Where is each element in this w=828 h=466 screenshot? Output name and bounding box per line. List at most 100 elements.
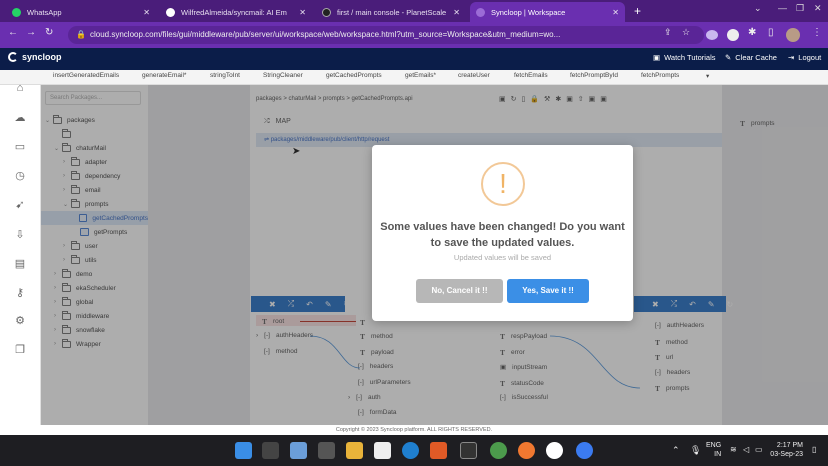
syncloop-favicon-icon bbox=[476, 7, 485, 17]
gallery-icon[interactable] bbox=[290, 442, 307, 459]
editor-tab[interactable]: getEmails* bbox=[405, 72, 436, 79]
microphone-icon[interactable]: 🎙 bbox=[690, 445, 701, 456]
maximize-icon[interactable]: ❐ bbox=[796, 3, 804, 14]
url-text: cloud.syncloop.com/files/gui/middleware/… bbox=[90, 30, 561, 39]
logout-link[interactable]: ⇥ Logout bbox=[788, 53, 821, 62]
brave-icon[interactable] bbox=[430, 442, 447, 459]
dialog-title: Some values have been changed! Do you wa… bbox=[380, 221, 625, 249]
logo-text: syncloop bbox=[22, 52, 62, 62]
file-explorer-icon[interactable] bbox=[346, 442, 363, 459]
rocket-icon[interactable]: ➹ bbox=[13, 198, 27, 212]
date-text: 03-Sep-23 bbox=[770, 451, 803, 458]
tab-title: WilfredAlmeida/syncmail: AI Em bbox=[181, 7, 287, 17]
extension-g-icon[interactable] bbox=[727, 29, 739, 41]
minimize-icon[interactable]: — bbox=[778, 3, 787, 13]
battery-icon[interactable]: ▭ bbox=[755, 445, 763, 454]
syncloop-logo-icon bbox=[8, 52, 18, 62]
share-icon[interactable]: ⇪ bbox=[664, 27, 672, 38]
cancel-button[interactable]: No, Cancel it !! bbox=[416, 279, 503, 303]
import-icon[interactable]: ⇩ bbox=[13, 228, 27, 242]
github-icon bbox=[166, 7, 175, 17]
profile-avatar[interactable] bbox=[786, 28, 800, 42]
close-icon[interactable]: ✕ bbox=[606, 8, 619, 17]
document-icon[interactable]: ▤ bbox=[13, 257, 27, 271]
save-button[interactable]: Yes, Save it !! bbox=[507, 279, 589, 303]
search-icon[interactable] bbox=[262, 442, 279, 459]
copy-icon[interactable]: ❐ bbox=[13, 343, 27, 357]
tab-title: Syncloop | Workspace bbox=[491, 7, 566, 17]
extension-icon[interactable] bbox=[706, 30, 718, 40]
editor-tab[interactable]: fetchPrompts bbox=[641, 72, 679, 79]
tabs-overflow-icon[interactable]: ▾ bbox=[706, 72, 709, 80]
settings-icon[interactable]: ⚙ bbox=[13, 314, 27, 328]
time-text: 2:17 PM bbox=[776, 442, 803, 449]
clear-cache-label: Clear Cache bbox=[735, 53, 777, 62]
lang-text: ENG bbox=[706, 442, 722, 449]
notification-icon[interactable]: ▯ bbox=[812, 445, 816, 454]
editor-tab[interactable]: fetchPromptById bbox=[570, 72, 618, 79]
sidebar-icon[interactable]: ▯ bbox=[768, 27, 774, 38]
close-icon[interactable]: ✕ bbox=[137, 8, 150, 17]
browser-tab-planetscale[interactable]: first / main console - PlanetScale ✕ bbox=[316, 2, 466, 22]
page-footer: Copyright © 2023 Syncloop platform. ALL … bbox=[0, 425, 828, 435]
volume-icon[interactable]: ◁ bbox=[743, 445, 749, 454]
clear-cache-link[interactable]: ✎ Clear Cache bbox=[725, 53, 777, 62]
watch-tutorials-label: Watch Tutorials bbox=[664, 53, 716, 62]
close-icon[interactable]: ✕ bbox=[447, 8, 460, 17]
whatsapp-icon bbox=[12, 7, 21, 17]
editor-tab[interactable]: stringToInt bbox=[210, 72, 240, 79]
word-icon[interactable] bbox=[546, 442, 563, 459]
star-icon[interactable]: ☆ bbox=[682, 27, 690, 38]
more-icon[interactable]: ⋮ bbox=[812, 27, 822, 38]
tab-title: WhatsApp bbox=[27, 7, 62, 17]
wifi-icon[interactable]: ≋ bbox=[730, 445, 737, 454]
new-tab-button[interactable]: + bbox=[634, 4, 641, 18]
syncloop-logo: syncloop bbox=[8, 52, 62, 62]
reload-icon[interactable]: ↻ bbox=[45, 27, 53, 38]
browser-tab-github[interactable]: WilfredAlmeida/syncmail: AI Em ✕ bbox=[160, 2, 312, 22]
region-text: IN bbox=[714, 451, 722, 458]
logout-icon: ⇥ bbox=[788, 53, 795, 62]
close-icon[interactable]: ✕ bbox=[293, 8, 306, 17]
tray-chevron-icon[interactable]: ⌃ bbox=[672, 445, 680, 456]
editor-tab[interactable]: StringCleaner bbox=[263, 72, 303, 79]
video-icon: ▣ bbox=[653, 53, 661, 62]
forward-arrow-icon[interactable]: → bbox=[26, 27, 36, 38]
back-arrow-icon[interactable]: ← bbox=[8, 27, 18, 38]
puzzle-icon[interactable]: ✱ bbox=[748, 27, 756, 38]
chevron-down-icon[interactable]: ⌄ bbox=[754, 3, 762, 14]
edge-icon[interactable] bbox=[402, 442, 419, 459]
left-icon-rail bbox=[0, 85, 41, 425]
editor-tab[interactable]: getCachedPrompts bbox=[326, 72, 382, 79]
terminal-icon[interactable] bbox=[460, 442, 477, 459]
tab-title: first / main console - PlanetScale bbox=[337, 7, 447, 17]
zoom-icon[interactable] bbox=[576, 442, 593, 459]
watch-tutorials-link[interactable]: ▣ Watch Tutorials bbox=[653, 53, 716, 62]
planetscale-icon bbox=[322, 7, 331, 17]
windows-start-icon[interactable] bbox=[235, 442, 252, 459]
close-window-icon[interactable]: ✕ bbox=[814, 3, 822, 14]
cloud-icon[interactable]: ☁ bbox=[13, 111, 27, 125]
chrome-icon[interactable] bbox=[490, 442, 507, 459]
editor-tab[interactable]: createUser bbox=[458, 72, 490, 79]
settings-app-icon[interactable] bbox=[318, 442, 335, 459]
mouse-cursor-icon: ➤ bbox=[292, 146, 301, 157]
dialog-subtitle: Updated values will be saved bbox=[453, 253, 552, 262]
notion-icon[interactable] bbox=[374, 442, 391, 459]
language-indicator[interactable]: ENG IN bbox=[706, 441, 721, 459]
editor-tab[interactable]: fetchEmails bbox=[514, 72, 548, 79]
home-icon[interactable]: ⌂ bbox=[13, 81, 27, 95]
lock-icon: 🔒 bbox=[76, 30, 86, 39]
address-bar[interactable]: 🔒 cloud.syncloop.com/files/gui/middlewar… bbox=[68, 26, 704, 44]
browser-tab-syncloop[interactable]: Syncloop | Workspace ✕ bbox=[470, 2, 625, 22]
browser-tab-whatsapp[interactable]: WhatsApp ✕ bbox=[6, 2, 156, 22]
editor-tab[interactable]: generateEmail* bbox=[142, 72, 186, 79]
monitor-icon[interactable]: ▭ bbox=[13, 140, 27, 154]
warning-icon: ! bbox=[481, 162, 525, 206]
clear-icon: ✎ bbox=[725, 53, 732, 62]
editor-tab[interactable]: insertGeneratedEmails bbox=[53, 72, 119, 79]
history-icon[interactable]: ◷ bbox=[13, 169, 27, 183]
clock[interactable]: 2:17 PM 03-Sep-23 bbox=[765, 441, 803, 459]
postman-icon[interactable] bbox=[518, 442, 535, 459]
key-icon[interactable]: ⚷ bbox=[13, 286, 27, 300]
